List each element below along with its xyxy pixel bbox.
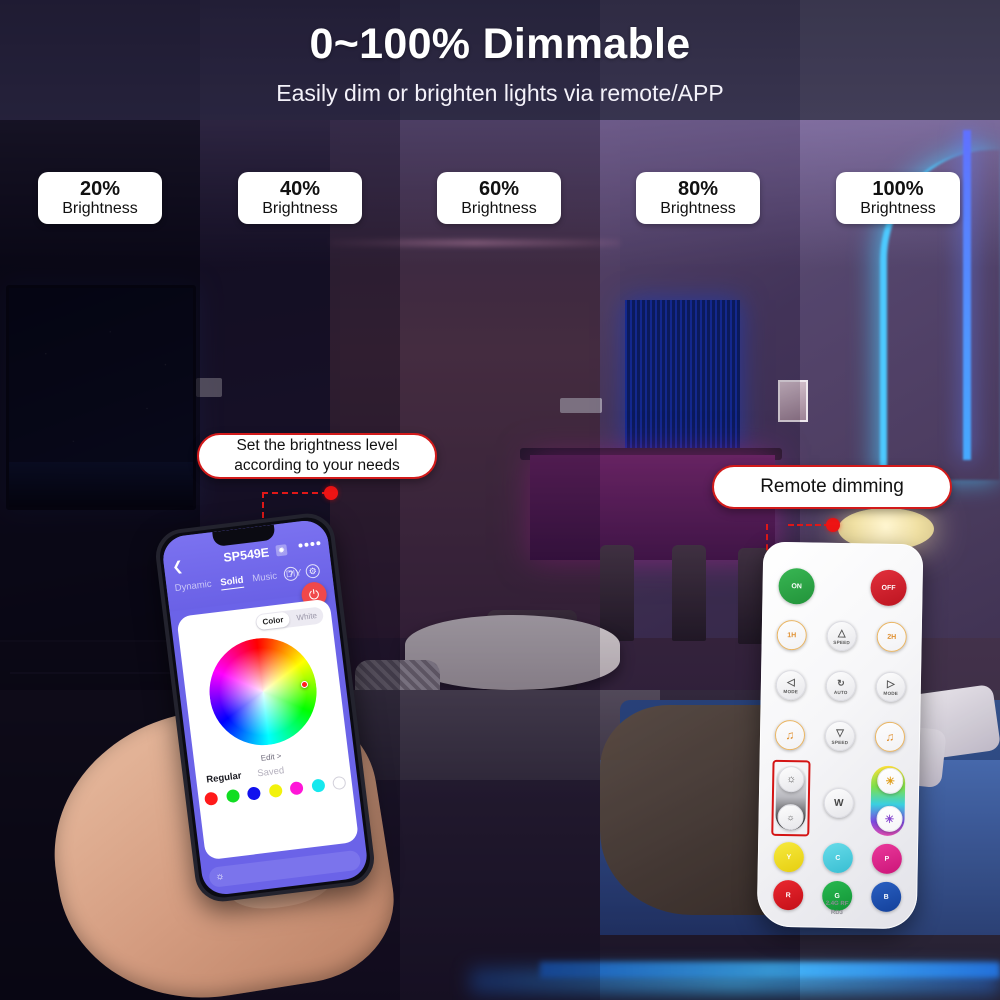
remote-speed-up-label: SPEED	[833, 639, 850, 645]
toggle-white[interactable]: White	[290, 610, 324, 623]
brightness-badge-20: 20% Brightness	[38, 172, 162, 224]
brightness-sun-icon: ☼	[214, 870, 226, 883]
callout-remote-dimming: Remote dimming	[712, 465, 952, 509]
remote-speed-down-label: SPEED	[831, 739, 849, 745]
remote-on-button[interactable]: ON	[778, 567, 815, 605]
color-swatch[interactable]	[310, 778, 326, 793]
brightness-badge-label: Brightness	[660, 199, 736, 217]
callout-remote-label: Remote dimming	[760, 476, 904, 497]
brightness-badge-label: Brightness	[262, 199, 338, 217]
remote-color-y-label: Y	[786, 853, 792, 861]
music-note-icon: ♫	[885, 729, 895, 744]
remote-mode-next-label: MODE	[883, 690, 899, 696]
remote-model-text: 2.4G RF RD3	[757, 899, 917, 920]
brightness-badge-80: 80% Brightness	[636, 172, 760, 224]
brightness-badge-percent: 100%	[872, 178, 924, 201]
auto-loop-icon: ↻	[837, 677, 845, 688]
remote-timer-2h-button[interactable]: 2H	[876, 621, 907, 653]
tab-music[interactable]: Music	[252, 571, 278, 587]
tab-solid[interactable]: Solid	[219, 574, 245, 591]
callout-remote-marker-dot	[826, 518, 840, 532]
remote-mode-prev-label: MODE	[783, 688, 799, 694]
warm-white-icon: ☀	[885, 775, 896, 788]
remote-timer-1h-button[interactable]: 1H	[776, 619, 808, 651]
color-swatch[interactable]	[225, 788, 240, 804]
remote-color-c-label: C	[835, 854, 841, 862]
remote-off-label: OFF	[881, 584, 896, 592]
remote-color-g-label: G	[834, 892, 840, 900]
brightness-badge-percent: 40%	[279, 178, 321, 201]
remote-color-p-button[interactable]: P	[871, 843, 903, 875]
remote-auto-button[interactable]: ↻ AUTO	[825, 670, 857, 702]
remote-color-p-label: P	[884, 855, 890, 863]
remote-timer-1h-label: 1H	[787, 631, 797, 639]
brightness-badge-label: Brightness	[461, 199, 537, 217]
remote-color-c-button[interactable]: C	[822, 842, 854, 874]
remote-music-2-button[interactable]: ♫	[874, 721, 906, 753]
remote-color-b-label: B	[883, 893, 889, 901]
brightness-badge-label: Brightness	[860, 199, 936, 217]
callout-brightness-leader-line	[262, 492, 328, 494]
tab-saved[interactable]: Saved	[257, 765, 285, 779]
product-marketing-image: 0~100% Dimmable Easily dim or brighten l…	[0, 0, 1000, 1000]
brightness-badge-percent: 60%	[478, 178, 520, 201]
bluetooth-icon: ✹	[275, 544, 288, 557]
phone-screen[interactable]: ❮ SP549E ✹ Dynamic Solid Music DIY ? ⚙ ⏻…	[160, 518, 370, 897]
header-banner: 0~100% Dimmable Easily dim or brighten l…	[0, 0, 1000, 120]
page-title: 0~100% Dimmable	[309, 20, 691, 68]
cool-white-icon: ☀	[884, 813, 895, 826]
color-swatch[interactable]	[203, 791, 219, 806]
remote-color-y-button[interactable]: Y	[773, 841, 805, 873]
triangle-right-icon: ▷	[886, 678, 895, 690]
tab-dynamic[interactable]: Dynamic	[174, 579, 212, 596]
callout-line-1: Set the brightness level	[236, 437, 398, 455]
color-wheel-handle[interactable]	[300, 680, 309, 689]
triangle-down-icon: ▽	[836, 727, 844, 739]
color-swatch[interactable]	[267, 783, 283, 799]
remote-model-line-2: RD3	[830, 909, 843, 917]
gear-icon[interactable]: ⚙	[304, 563, 321, 579]
brightness-badge-60: 60% Brightness	[437, 172, 561, 224]
remote-mode-prev-button[interactable]: ◁ MODE	[775, 669, 807, 701]
preset-tabs[interactable]: Regular Saved	[206, 765, 285, 785]
color-swatch[interactable]	[289, 781, 304, 796]
remote-timer-2h-label: 2H	[887, 633, 897, 641]
brightness-badge-percent: 80%	[677, 178, 719, 201]
triangle-up-icon: △	[837, 627, 846, 639]
callout-set-brightness: Set the brightness level according to yo…	[197, 433, 437, 479]
remote-speed-down-button[interactable]: ▽ SPEED	[824, 720, 856, 752]
color-picker-card: Color White Edit > Regular Saved	[176, 598, 360, 861]
remote-color-r-label: R	[785, 891, 791, 899]
callout-remote-leader-line	[788, 524, 830, 526]
remote-auto-label: AUTO	[833, 689, 848, 695]
rf-remote-control: ON OFF 1H △ SPEED 2H ◁ MODE ↻ AUTO ▷ MOD…	[756, 541, 924, 930]
brightness-badge-label: Brightness	[62, 199, 138, 217]
brightness-badge-100: 100% Brightness	[836, 172, 960, 224]
remote-on-label: ON	[791, 582, 802, 590]
dim-column-60	[400, 0, 600, 1000]
brightness-badge-40: 40% Brightness	[238, 172, 362, 224]
remote-off-button[interactable]: OFF	[870, 569, 907, 607]
remote-mode-next-button[interactable]: ▷ MODE	[875, 671, 907, 703]
color-swatch[interactable]	[246, 786, 262, 801]
color-white-toggle[interactable]: Color White	[254, 606, 325, 632]
brightness-badge-percent: 20%	[79, 178, 121, 201]
triangle-left-icon: ◁	[786, 676, 795, 688]
callout-line-2: according to your needs	[234, 457, 400, 474]
remote-speed-up-button[interactable]: △ SPEED	[826, 620, 857, 652]
page-subtitle: Easily dim or brighten lights via remote…	[276, 80, 724, 106]
toggle-color[interactable]: Color	[255, 611, 291, 631]
color-wheel[interactable]	[203, 631, 323, 752]
brightness-highlight-box	[771, 759, 811, 837]
tab-regular[interactable]: Regular	[206, 770, 242, 785]
remote-white-button[interactable]: W	[823, 787, 855, 819]
music-note-icon: ♫	[785, 728, 795, 743]
color-swatch-empty[interactable]	[332, 775, 347, 791]
remote-music-1-button[interactable]: ♫	[774, 719, 806, 751]
callout-brightness-marker-dot	[324, 486, 338, 500]
remote-white-label: W	[833, 797, 844, 809]
